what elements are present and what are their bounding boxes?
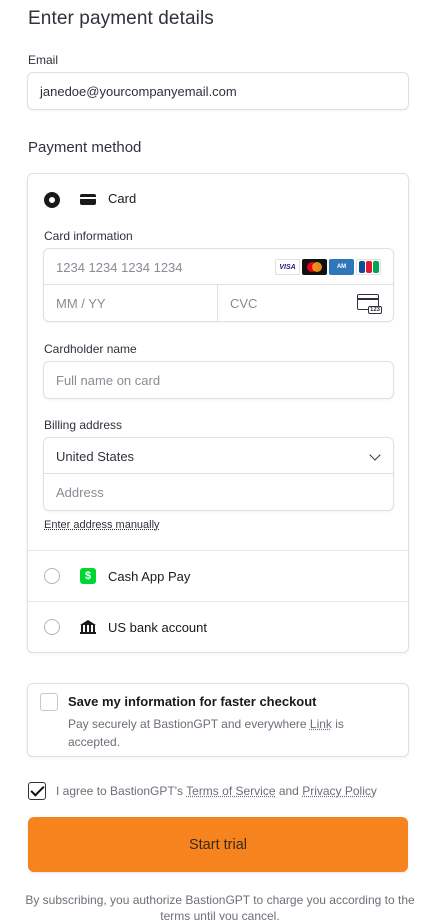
enter-address-manually-link[interactable]: Enter address manually xyxy=(44,519,160,531)
terms-of-service-link[interactable]: Terms of Service xyxy=(186,784,275,798)
save-info-title[interactable]: Save my information for faster checkout xyxy=(68,694,317,709)
footer-disclaimer: By subscribing, you authorize BastionGPT… xyxy=(25,893,415,920)
bank-label[interactable]: US bank account xyxy=(108,620,207,635)
save-info-checkbox[interactable] xyxy=(40,693,58,711)
card-option-label[interactable]: Card xyxy=(108,191,136,206)
credit-card-icon xyxy=(80,194,96,205)
cash-app-radio[interactable] xyxy=(44,568,60,584)
card-number-input[interactable]: 1234 1234 1234 1234 VISA AM xyxy=(44,249,393,285)
cvc-input[interactable]: CVC 123 xyxy=(218,285,393,321)
visa-icon: VISA xyxy=(275,259,300,275)
cash-app-label[interactable]: Cash App Pay xyxy=(108,569,190,584)
save-info-description: Pay securely at BastionGPT and everywher… xyxy=(68,715,378,751)
cardholder-name-input[interactable]: Full name on card xyxy=(43,361,394,399)
link-link[interactable]: Link xyxy=(310,717,332,731)
divider xyxy=(28,601,408,602)
card-number-placeholder: 1234 1234 1234 1234 xyxy=(56,260,183,275)
billing-address-label: Billing address xyxy=(44,418,123,432)
country-value: United States xyxy=(56,449,135,464)
expiry-input[interactable]: MM / YY xyxy=(44,285,218,321)
bank-icon xyxy=(80,620,96,634)
agree-checkbox[interactable] xyxy=(28,782,46,800)
jcb-icon xyxy=(356,259,381,275)
email-label: Email xyxy=(28,53,59,67)
billing-address-group: United States Address xyxy=(43,437,394,511)
privacy-policy-link[interactable]: Privacy Policy xyxy=(302,784,377,798)
payment-method-panel: Card Card information 1234 1234 1234 123… xyxy=(27,173,409,653)
agree-text: I agree to BastionGPT's Terms of Service… xyxy=(56,784,377,798)
bank-radio[interactable] xyxy=(44,619,60,635)
amex-icon: AM xyxy=(329,259,354,275)
cvc-icon-text: 123 xyxy=(367,306,382,314)
cardholder-name-label: Cardholder name xyxy=(44,342,137,356)
agree-and: and xyxy=(275,784,303,798)
country-select[interactable]: United States xyxy=(44,438,393,474)
start-trial-button[interactable]: Start trial xyxy=(28,817,408,872)
cardholder-placeholder: Full name on card xyxy=(56,373,161,388)
cvc-card-icon: 123 xyxy=(357,294,382,314)
cvc-placeholder: CVC xyxy=(230,296,258,311)
payment-method-heading: Payment method xyxy=(28,139,142,156)
save-info-panel: Save my information for faster checkout … xyxy=(27,683,409,757)
email-field[interactable]: janedoe@yourcompanyemail.com xyxy=(27,72,409,110)
expiry-placeholder: MM / YY xyxy=(56,296,106,311)
address-input[interactable]: Address xyxy=(44,474,393,510)
address-placeholder: Address xyxy=(56,485,104,500)
page-title: Enter payment details xyxy=(28,8,214,29)
card-radio[interactable] xyxy=(44,192,60,208)
card-information-label: Card information xyxy=(44,229,133,243)
card-brands: VISA AM xyxy=(275,259,381,275)
chevron-down-icon xyxy=(369,449,381,461)
cash-app-icon: $ xyxy=(80,568,96,584)
save-info-text: Pay securely at BastionGPT and everywher… xyxy=(68,717,310,731)
divider xyxy=(28,550,408,551)
mastercard-icon xyxy=(302,259,327,275)
agree-prefix: I agree to BastionGPT's xyxy=(56,784,187,798)
card-input-group: 1234 1234 1234 1234 VISA AM MM / YY CVC … xyxy=(43,248,394,322)
